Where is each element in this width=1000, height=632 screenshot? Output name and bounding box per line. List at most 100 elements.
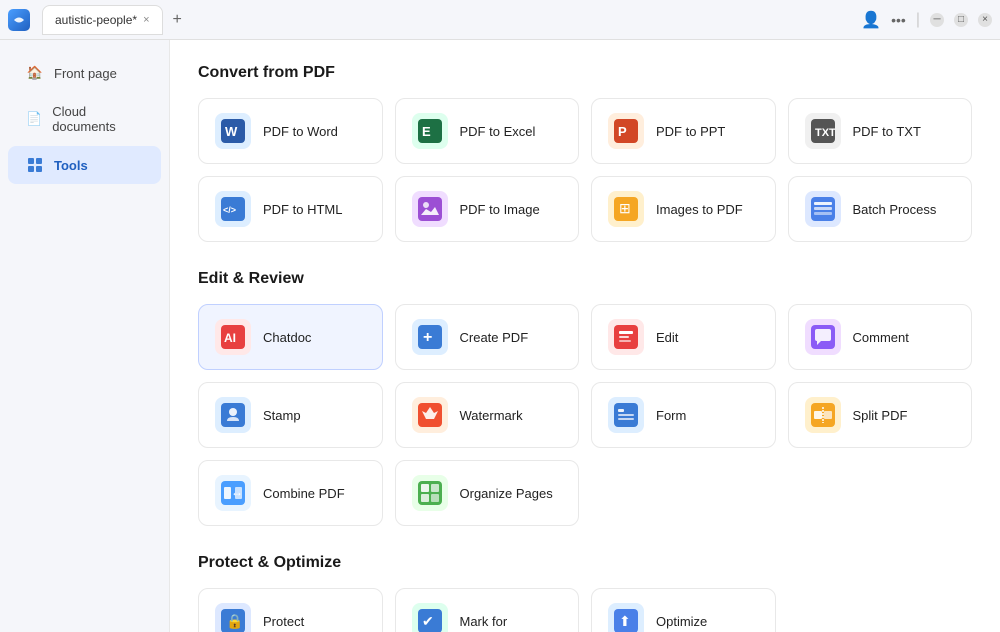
- tool-watermark[interactable]: Watermark: [395, 382, 580, 448]
- tool-pdf-to-txt[interactable]: TXT PDF to TXT: [788, 98, 973, 164]
- pdf-to-excel-label: PDF to Excel: [460, 124, 536, 139]
- tool-protect2[interactable]: ✔ Mark for: [395, 588, 580, 632]
- organize-pages-label: Organize Pages: [460, 486, 553, 501]
- tab-area: autistic-people* × +: [42, 5, 188, 35]
- form-icon: [608, 397, 644, 433]
- organize-pages-icon: [412, 475, 448, 511]
- tool-images-to-pdf[interactable]: ⊞ Images to PDF: [591, 176, 776, 242]
- create-pdf-icon: +: [412, 319, 448, 355]
- create-pdf-label: Create PDF: [460, 330, 529, 345]
- protect2-label: Mark for: [460, 614, 508, 629]
- svg-text:TXT: TXT: [815, 127, 835, 139]
- tool-pdf-to-excel[interactable]: E PDF to Excel: [395, 98, 580, 164]
- minimize-button[interactable]: ─: [930, 13, 944, 27]
- add-tab-button[interactable]: +: [167, 11, 188, 29]
- maximize-button[interactable]: □: [954, 13, 968, 27]
- pdf-to-word-label: PDF to Word: [263, 124, 338, 139]
- sidebar-item-label: Front page: [54, 66, 117, 81]
- titlebar-right: 👤 ••• | ─ □ ×: [861, 10, 992, 30]
- tool-combine-pdf[interactable]: ↔ Combine PDF: [198, 460, 383, 526]
- protect-tools-grid: 🔒 Protect ✔ Mark for ⬆: [198, 588, 972, 632]
- tool-pdf-to-word[interactable]: W PDF to Word: [198, 98, 383, 164]
- svg-text:E: E: [422, 124, 431, 139]
- split-pdf-icon: [805, 397, 841, 433]
- comment-icon: [805, 319, 841, 355]
- watermark-label: Watermark: [460, 408, 523, 423]
- svg-text:↔: ↔: [231, 485, 243, 499]
- titlebar: autistic-people* × + 👤 ••• | ─ □ ×: [0, 0, 1000, 40]
- tab-label: autistic-people*: [55, 13, 137, 27]
- batch-process-icon: [805, 191, 841, 227]
- tool-chatdoc[interactable]: AI Chatdoc: [198, 304, 383, 370]
- main-layout: 🏠 Front page 📄 Cloud documents Tools Con…: [0, 40, 1000, 632]
- user-icon[interactable]: 👤: [861, 10, 881, 30]
- sidebar-item-cloud-documents[interactable]: 📄 Cloud documents: [8, 94, 161, 144]
- tool-edit[interactable]: Edit: [591, 304, 776, 370]
- tool-pdf-to-html[interactable]: </> PDF to HTML: [198, 176, 383, 242]
- svg-text:+: +: [423, 329, 432, 346]
- tool-form[interactable]: Form: [591, 382, 776, 448]
- pdf-to-image-label: PDF to Image: [460, 202, 540, 217]
- sidebar-item-label: Cloud documents: [52, 104, 143, 134]
- stamp-label: Stamp: [263, 408, 301, 423]
- protect1-label: Protect: [263, 614, 304, 629]
- pdf-to-txt-icon: TXT: [805, 113, 841, 149]
- watermark-icon: [412, 397, 448, 433]
- split-pdf-label: Split PDF: [853, 408, 908, 423]
- convert-tools-grid: W PDF to Word E PDF to Excel: [198, 98, 972, 242]
- tool-pdf-to-image[interactable]: PDF to Image: [395, 176, 580, 242]
- svg-text:AI: AI: [224, 331, 236, 345]
- svg-text:⊞: ⊞: [619, 200, 631, 216]
- edit-tools-grid: AI Chatdoc + Create PDF: [198, 304, 972, 526]
- svg-text:⬆: ⬆: [619, 613, 631, 629]
- menu-icon[interactable]: •••: [891, 12, 906, 28]
- content-area: Convert from PDF W PDF to Word E: [170, 40, 1000, 632]
- tool-organize-pages[interactable]: Organize Pages: [395, 460, 580, 526]
- pdf-to-word-icon: W: [215, 113, 251, 149]
- tool-protect1[interactable]: 🔒 Protect: [198, 588, 383, 632]
- chatdoc-label: Chatdoc: [263, 330, 311, 345]
- pdf-to-ppt-label: PDF to PPT: [656, 124, 725, 139]
- images-to-pdf-icon: ⊞: [608, 191, 644, 227]
- pdf-to-excel-icon: E: [412, 113, 448, 149]
- close-button[interactable]: ×: [978, 13, 992, 27]
- section-title-protect: Protect & Optimize: [198, 554, 972, 572]
- tool-split-pdf[interactable]: Split PDF: [788, 382, 973, 448]
- chatdoc-icon: AI: [215, 319, 251, 355]
- pdf-to-txt-label: PDF to TXT: [853, 124, 921, 139]
- svg-text:✔: ✔: [422, 613, 434, 629]
- svg-text:</>: </>: [223, 205, 236, 215]
- tool-create-pdf[interactable]: + Create PDF: [395, 304, 580, 370]
- titlebar-left: autistic-people* × +: [8, 5, 188, 35]
- protect3-icon: ⬆: [608, 603, 644, 632]
- section-title-convert: Convert from PDF: [198, 64, 972, 82]
- tool-stamp[interactable]: Stamp: [198, 382, 383, 448]
- pdf-to-html-icon: </>: [215, 191, 251, 227]
- app-icon: [8, 9, 30, 31]
- protect2-icon: ✔: [412, 603, 448, 632]
- active-tab[interactable]: autistic-people* ×: [42, 5, 163, 35]
- svg-text:P: P: [618, 124, 627, 139]
- sidebar-item-tools[interactable]: Tools: [8, 146, 161, 184]
- form-label: Form: [656, 408, 686, 423]
- home-icon: 🏠: [26, 64, 44, 82]
- images-to-pdf-label: Images to PDF: [656, 202, 743, 217]
- combine-pdf-icon: ↔: [215, 475, 251, 511]
- tab-close-button[interactable]: ×: [143, 14, 149, 26]
- section-title-edit: Edit & Review: [198, 270, 972, 288]
- svg-text:W: W: [225, 124, 238, 139]
- batch-process-label: Batch Process: [853, 202, 937, 217]
- titlebar-icons: 👤 ••• | ─ □ ×: [861, 10, 992, 30]
- tool-protect3[interactable]: ⬆ Optimize: [591, 588, 776, 632]
- tools-icon: [26, 156, 44, 174]
- edit-label: Edit: [656, 330, 678, 345]
- protect1-icon: 🔒: [215, 603, 251, 632]
- tool-batch-process[interactable]: Batch Process: [788, 176, 973, 242]
- stamp-icon: [215, 397, 251, 433]
- pdf-to-image-icon: [412, 191, 448, 227]
- tool-pdf-to-ppt[interactable]: P PDF to PPT: [591, 98, 776, 164]
- sidebar-item-label: Tools: [54, 158, 88, 173]
- edit-icon: [608, 319, 644, 355]
- tool-comment[interactable]: Comment: [788, 304, 973, 370]
- sidebar-item-front-page[interactable]: 🏠 Front page: [8, 54, 161, 92]
